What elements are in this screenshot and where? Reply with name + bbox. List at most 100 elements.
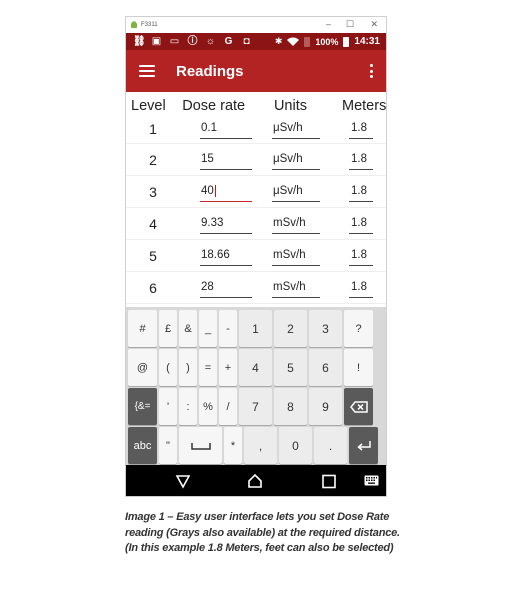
key-equals[interactable]: = bbox=[199, 349, 217, 386]
dose-rate-input[interactable]: 0.1 bbox=[200, 119, 252, 139]
page-title: Readings bbox=[176, 62, 244, 80]
key-plus[interactable]: + bbox=[219, 349, 237, 386]
key-exclamation[interactable]: ! bbox=[344, 349, 373, 386]
key-abc[interactable]: abc bbox=[128, 427, 157, 464]
back-icon[interactable] bbox=[175, 473, 191, 489]
sim-battery-icon bbox=[304, 36, 311, 47]
meters-input[interactable]: 1.8 bbox=[349, 119, 373, 139]
meters-input[interactable]: 1.8 bbox=[349, 278, 373, 298]
keyboard-switch-icon[interactable] bbox=[364, 475, 379, 486]
meters-input[interactable]: 1.8 bbox=[349, 246, 373, 266]
meters-value: 1.8 bbox=[351, 153, 367, 165]
key-percent[interactable]: % bbox=[199, 388, 217, 425]
key-6[interactable]: 6 bbox=[309, 349, 342, 386]
units-select[interactable]: mSv/h bbox=[272, 278, 320, 298]
key-apostrophe[interactable]: ' bbox=[159, 388, 177, 425]
units-select[interactable]: mSv/h bbox=[272, 246, 320, 266]
key-more-symbols[interactable]: {&= bbox=[128, 388, 157, 425]
android-icon: ◘ bbox=[243, 35, 250, 47]
level-cell: 4 bbox=[149, 215, 157, 232]
window-title: F3311 bbox=[141, 22, 158, 28]
units-value: mSv/h bbox=[273, 249, 306, 261]
key-4[interactable]: 4 bbox=[239, 349, 272, 386]
key-ampersand[interactable]: & bbox=[179, 310, 197, 347]
space-icon bbox=[190, 442, 211, 450]
key-double-quote[interactable]: " bbox=[159, 427, 177, 464]
dose-rate-input[interactable]: 15 bbox=[200, 150, 252, 170]
key-3[interactable]: 3 bbox=[309, 310, 342, 347]
key-at[interactable]: @ bbox=[128, 349, 157, 386]
backspace-icon bbox=[349, 400, 368, 413]
close-button[interactable]: ✕ bbox=[370, 19, 378, 30]
key-asterisk[interactable]: * bbox=[224, 427, 242, 464]
battery-percent: 100% bbox=[315, 36, 339, 47]
google-icon: G bbox=[224, 35, 233, 47]
units-value: mSv/h bbox=[273, 281, 306, 293]
home-icon[interactable] bbox=[247, 473, 263, 489]
key-minus[interactable]: - bbox=[219, 310, 237, 347]
units-select[interactable]: μSv/h bbox=[272, 119, 320, 139]
app-bar: Readings bbox=[126, 50, 386, 92]
dose-rate-input[interactable]: 40 bbox=[200, 182, 252, 202]
dose-rate-input[interactable]: 28 bbox=[200, 278, 252, 298]
units-value: mSv/h bbox=[273, 217, 306, 229]
phone-window: F3311 – ☐ ✕ ⛓ ▣ ▭ ⓘ ☼ G ◘ ✱ 100% 14:31 R… bbox=[125, 16, 387, 497]
battery-icon bbox=[343, 36, 350, 47]
dose-rate-input[interactable]: 18.66 bbox=[200, 246, 252, 266]
link-icon: ⛓ bbox=[133, 35, 146, 47]
image-caption: Image 1 – Easy user interface lets you s… bbox=[125, 511, 400, 554]
key-5[interactable]: 5 bbox=[274, 349, 307, 386]
key-7[interactable]: 7 bbox=[239, 388, 272, 425]
enter-key[interactable] bbox=[349, 427, 378, 464]
minimize-button[interactable]: – bbox=[326, 19, 331, 30]
key-pound[interactable]: £ bbox=[159, 310, 177, 347]
readings-table: Level Dose rate Units Meters 1 0.1 μSv/h 1.… bbox=[126, 92, 386, 304]
key-underscore[interactable]: _ bbox=[199, 310, 217, 347]
backspace-key[interactable] bbox=[344, 388, 373, 425]
key-period[interactable]: . bbox=[314, 427, 347, 464]
maximize-button[interactable]: ☐ bbox=[346, 19, 354, 30]
table-row: 3 40 μSv/h 1.8 bbox=[126, 176, 386, 208]
key-hash[interactable]: # bbox=[128, 310, 157, 347]
level-cell: 6 bbox=[149, 279, 157, 296]
key-8[interactable]: 8 bbox=[274, 388, 307, 425]
key-1[interactable]: 1 bbox=[239, 310, 272, 347]
sim-icon: ▣ bbox=[151, 35, 162, 47]
key-open-paren[interactable]: ( bbox=[159, 349, 177, 386]
table-header: Level Dose rate Units Meters bbox=[126, 92, 386, 114]
soft-keyboard: # £ & _ - 1 2 3 ? @ ( ) = + 4 5 6 ! {&= … bbox=[126, 307, 386, 465]
recents-icon[interactable] bbox=[321, 473, 337, 489]
header-dose-rate: Dose rate bbox=[182, 98, 246, 114]
dose-rate-value: 18.66 bbox=[201, 249, 230, 261]
level-cell: 2 bbox=[149, 151, 157, 168]
key-question[interactable]: ? bbox=[344, 310, 373, 347]
dose-rate-value: 40 bbox=[201, 185, 214, 197]
key-comma[interactable]: , bbox=[244, 427, 277, 464]
meters-input[interactable]: 1.8 bbox=[349, 182, 373, 202]
overflow-menu-icon[interactable] bbox=[370, 64, 374, 78]
status-right: ✱ 100% 14:31 bbox=[275, 33, 380, 50]
key-slash[interactable]: / bbox=[219, 388, 237, 425]
table-row: 1 0.1 μSv/h 1.8 bbox=[126, 114, 386, 144]
keyboard-row-2: @ ( ) = + 4 5 6 ! bbox=[128, 349, 386, 386]
key-0[interactable]: 0 bbox=[279, 427, 312, 464]
units-select[interactable]: μSv/h bbox=[272, 150, 320, 170]
key-colon[interactable]: : bbox=[179, 388, 197, 425]
key-9[interactable]: 9 bbox=[309, 388, 342, 425]
android-app-icon bbox=[131, 21, 137, 28]
meters-input[interactable]: 1.8 bbox=[349, 150, 373, 170]
keyboard-row-1: # £ & _ - 1 2 3 ? bbox=[128, 310, 386, 347]
key-close-paren[interactable]: ) bbox=[179, 349, 197, 386]
key-2[interactable]: 2 bbox=[274, 310, 307, 347]
level-cell: 5 bbox=[149, 247, 157, 264]
space-key[interactable] bbox=[179, 427, 222, 464]
units-select[interactable]: mSv/h bbox=[272, 214, 320, 234]
wifi-icon bbox=[287, 37, 300, 46]
status-bar: ⛓ ▣ ▭ ⓘ ☼ G ◘ ✱ 100% 14:31 bbox=[126, 33, 386, 50]
meters-input[interactable]: 1.8 bbox=[349, 214, 373, 234]
units-select[interactable]: μSv/h bbox=[272, 182, 320, 202]
hamburger-menu-icon[interactable] bbox=[139, 65, 155, 77]
dose-rate-input[interactable]: 9.33 bbox=[200, 214, 252, 234]
clock: 14:31 bbox=[354, 36, 380, 47]
units-value: μSv/h bbox=[273, 122, 303, 134]
